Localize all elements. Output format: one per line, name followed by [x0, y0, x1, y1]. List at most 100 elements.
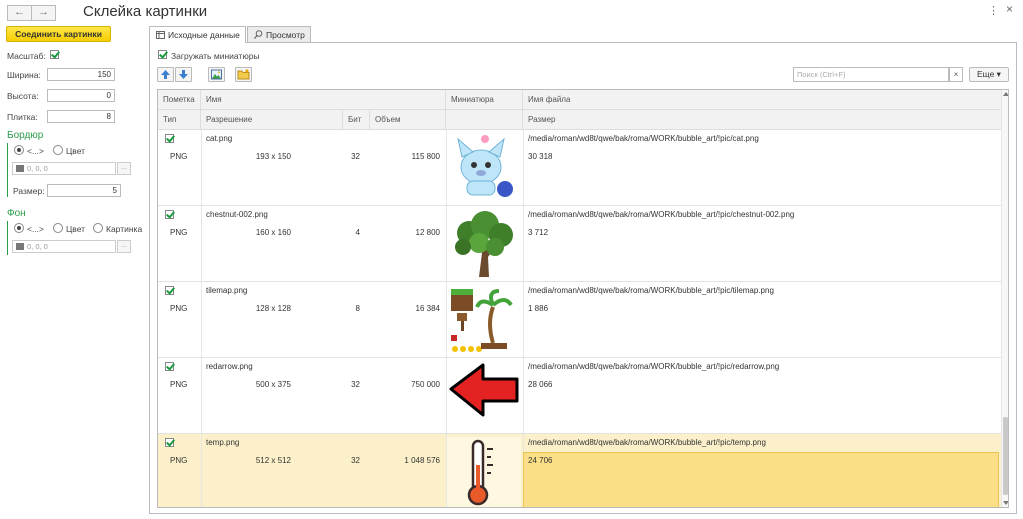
- border-color-radio[interactable]: [53, 145, 63, 155]
- row-volume: 750 000: [411, 380, 440, 389]
- table-row[interactable]: tilemap.png PNG 128 x 128 8 16 384 /medi…: [158, 282, 1001, 358]
- scale-label: Масштаб:: [7, 51, 46, 61]
- column-thumbnail[interactable]: Миниатюра: [446, 90, 523, 110]
- background-auto-radio[interactable]: [14, 223, 24, 233]
- cell-divider: [523, 130, 524, 205]
- column-bits[interactable]: Бит: [343, 110, 370, 130]
- table-row[interactable]: chestnut-002.png PNG 160 x 160 4 12 800 …: [158, 206, 1001, 282]
- tab-source-data[interactable]: Исходные данные: [149, 26, 246, 43]
- color-swatch: [16, 165, 24, 172]
- open-folder-button[interactable]: [235, 67, 252, 82]
- column-resolution[interactable]: Разрешение: [201, 110, 343, 130]
- height-label: Высота:: [7, 91, 39, 101]
- background-group-line: [7, 221, 8, 255]
- row-volume: 1 048 576: [404, 456, 440, 465]
- row-mark-checkbox[interactable]: [165, 134, 174, 143]
- red-arrow-icon: [449, 363, 519, 417]
- table-header-row-2: Тип Разрешение Бит Объем Размер: [158, 110, 1001, 130]
- row-type: PNG: [170, 152, 188, 161]
- chevron-down-icon: ▾: [996, 69, 1001, 79]
- scroll-up-icon[interactable]: [1003, 92, 1008, 96]
- row-mark-checkbox[interactable]: [165, 210, 174, 219]
- row-resolution: 512 x 512: [255, 456, 291, 465]
- table-scrollbar[interactable]: [1001, 90, 1008, 507]
- column-filename[interactable]: Имя файла: [523, 90, 1001, 110]
- column-size[interactable]: Размер: [523, 110, 1001, 130]
- column-type[interactable]: Тип: [158, 110, 201, 130]
- background-picture-label: Картинка: [106, 224, 143, 234]
- move-down-button[interactable]: [175, 67, 192, 82]
- border-auto-radio[interactable]: [14, 145, 24, 155]
- selected-size-cell[interactable]: [523, 452, 999, 507]
- border-size-label: Размер:: [13, 186, 45, 196]
- search-input[interactable]: Поиск (Ctrl+F): [793, 67, 949, 82]
- row-resolution: 160 x 160: [255, 228, 291, 237]
- tree-icon: [455, 211, 513, 277]
- arrow-down-icon: [179, 70, 188, 79]
- row-type: PNG: [170, 456, 188, 465]
- add-picture-button[interactable]: [208, 67, 225, 82]
- forward-button[interactable]: →: [31, 5, 56, 21]
- row-mark-checkbox[interactable]: [165, 438, 174, 447]
- background-color-choose-button[interactable]: ...: [117, 240, 131, 253]
- background-picture-radio[interactable]: [93, 223, 103, 233]
- row-volume: 12 800: [415, 228, 440, 237]
- move-up-button[interactable]: [157, 67, 174, 82]
- row-bits: 32: [351, 456, 360, 465]
- table-row-selected[interactable]: temp.png PNG 512 x 512 32 1 048 576 /med…: [158, 434, 1001, 507]
- height-field[interactable]: 0: [47, 89, 115, 102]
- row-volume: 16 384: [415, 304, 440, 313]
- back-button[interactable]: ←: [7, 5, 32, 21]
- column-mark[interactable]: Пометка: [158, 90, 201, 110]
- cell-divider: [523, 282, 524, 357]
- row-resolution: 128 x 128: [255, 304, 291, 313]
- row-bits: 8: [355, 304, 360, 313]
- row-type: PNG: [170, 380, 188, 389]
- row-mark-checkbox[interactable]: [165, 286, 174, 295]
- width-field[interactable]: 150: [47, 68, 115, 81]
- table-row[interactable]: cat.png PNG 193 x 150 32 115 800 /media/…: [158, 130, 1001, 206]
- border-auto-label: <...>: [27, 146, 45, 156]
- picture-icon: [211, 69, 222, 80]
- cell-divider: [201, 358, 202, 433]
- tab-preview[interactable]: Просмотр: [247, 26, 311, 43]
- row-path: /media/roman/wd8t/qwe/bak/roma/WORK/bubb…: [528, 134, 759, 143]
- row-size: 1 886: [528, 304, 549, 313]
- scroll-down-icon[interactable]: [1003, 501, 1008, 505]
- column-volume[interactable]: Объем: [370, 110, 446, 130]
- row-resolution: 500 x 375: [255, 380, 291, 389]
- thermometer-icon: [447, 437, 521, 507]
- border-color-value: 0, 0, 0: [27, 164, 48, 173]
- border-color-choose-button[interactable]: ...: [117, 162, 131, 175]
- background-color-label: Цвет: [66, 224, 86, 234]
- background-color-radio[interactable]: [53, 223, 63, 233]
- row-size: 30 318: [528, 152, 553, 161]
- join-images-button[interactable]: Соединить картинки: [6, 26, 111, 42]
- close-icon[interactable]: ×: [1006, 2, 1013, 16]
- border-size-field[interactable]: 5: [47, 184, 121, 197]
- load-thumbnails-checkbox[interactable]: [158, 50, 167, 59]
- tilemap-icon: [451, 289, 513, 352]
- more-menu-button[interactable]: Еще ▾: [969, 67, 1009, 82]
- column-thumbnail-2: [446, 110, 523, 130]
- border-color-field[interactable]: 0, 0, 0: [12, 162, 116, 175]
- width-label: Ширина:: [7, 70, 41, 80]
- column-name[interactable]: Имя: [201, 90, 446, 110]
- search-clear-button[interactable]: ×: [949, 67, 963, 82]
- tile-field[interactable]: 8: [47, 110, 115, 123]
- scroll-thumb[interactable]: [1003, 417, 1008, 495]
- row-name: tilemap.png: [206, 286, 248, 295]
- background-color-field[interactable]: 0, 0, 0: [12, 240, 116, 253]
- background-auto-label: <...>: [27, 224, 45, 234]
- tab-source-data-label: Исходные данные: [168, 30, 240, 40]
- table-row[interactable]: redarrow.png PNG 500 x 375 32 750 000 /m…: [158, 358, 1001, 434]
- more-label: Еще: [977, 69, 995, 79]
- load-thumbnails-label: Загружать миниатюры: [171, 51, 260, 61]
- cell-divider: [523, 206, 524, 281]
- scale-checkbox[interactable]: [50, 50, 59, 59]
- folder-icon: [237, 69, 250, 80]
- window-menu-icon[interactable]: ⋮: [988, 4, 999, 17]
- row-type: PNG: [170, 304, 188, 313]
- row-mark-checkbox[interactable]: [165, 362, 174, 371]
- row-bits: 32: [351, 380, 360, 389]
